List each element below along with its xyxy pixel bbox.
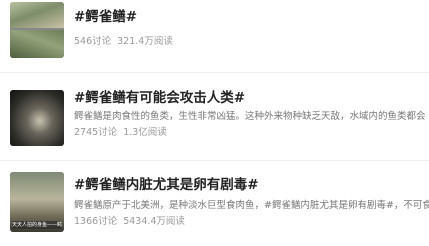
topic-stats: 2745讨论 1.3亿阅读 <box>74 126 429 140</box>
topic-thumbnail[interactable]: 天天人拍的身鱼——鳄雀鳝 <box>10 172 64 232</box>
topic-stats: 1366讨论 5434.4万阅读 <box>74 215 429 229</box>
discussion-count: 2745讨论 <box>74 127 118 138</box>
read-count: 5434.4万阅读 <box>123 216 185 227</box>
topic-item[interactable]: 天天人拍的身鱼——鳄雀鳝 #鳄雀鳝内脏尤其是卵有剧毒# 鳄雀鳝原产于北美洲，是种… <box>0 170 429 246</box>
topic-description: 鳄雀鳝原产于北美洲，是种淡水巨型食肉鱼，#鳄雀鳝内脏尤其是卵有剧毒#，不可食 <box>74 200 429 211</box>
topic-description: 鳄雀鳝是肉食性的鱼类，生性非常凶猛。这种外来物种缺乏天敌，水域内的鱼类都会 <box>74 111 426 122</box>
photo-image <box>10 30 64 58</box>
topic-list: #鳄雀鳝# 546讨论 321.4万阅读 #鳄雀鳝有可能会攻击人类# 鳄雀鳝是肉食… <box>0 0 429 246</box>
photo-image <box>10 90 64 146</box>
topic-item[interactable]: #鳄雀鳝# 546讨论 321.4万阅读 <box>0 0 429 60</box>
topic-stats: 546讨论 321.4万阅读 <box>74 35 429 49</box>
read-count: 321.4万阅读 <box>117 36 173 47</box>
discussion-count: 1366讨论 <box>74 216 118 227</box>
photo-image <box>10 2 64 28</box>
topic-title[interactable]: #鳄雀鳝有可能会攻击人类# <box>74 89 429 107</box>
divider <box>0 160 429 161</box>
topic-thumbnail[interactable] <box>10 90 64 146</box>
topic-item[interactable]: #鳄雀鳝有可能会攻击人类# 鳄雀鳝是肉食性的鱼类，生性非常凶猛。这种外来物种缺乏… <box>0 86 429 150</box>
discussion-count: 546讨论 <box>74 36 112 47</box>
topic-thumbnail[interactable] <box>10 2 64 58</box>
read-count: 1.3亿阅读 <box>123 127 167 138</box>
topic-title[interactable]: #鳄雀鳝# <box>74 8 429 26</box>
topic-title[interactable]: #鳄雀鳝内脏尤其是卵有剧毒# <box>74 176 429 194</box>
divider <box>0 72 429 73</box>
thumbnail-caption: 天天人拍的身鱼——鳄雀鳝 <box>12 221 62 229</box>
